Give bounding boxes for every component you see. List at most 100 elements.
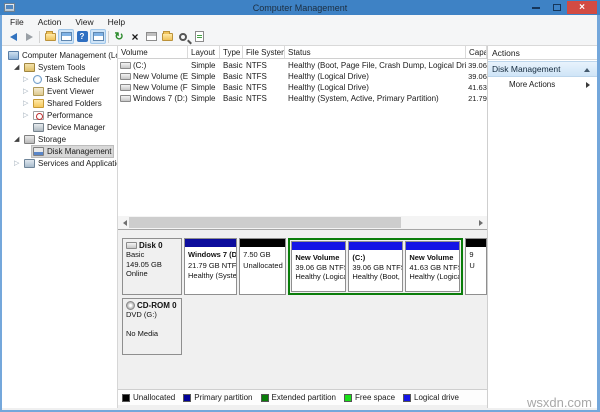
- shared-folders-icon: [33, 99, 44, 108]
- titlebar: Computer Management ×: [0, 0, 600, 15]
- column-header-layout[interactable]: Layout: [188, 46, 220, 58]
- partition-clipped[interactable]: 9 U: [465, 238, 487, 295]
- toolbar-separator: [39, 31, 40, 43]
- partition-unallocated[interactable]: 7.50 GB Unallocated: [239, 238, 286, 295]
- minimize-icon: [532, 7, 540, 9]
- close-icon: ×: [579, 3, 585, 13]
- column-header-capacity[interactable]: Capacity: [466, 46, 487, 58]
- legend-free-space: Free space: [344, 393, 395, 402]
- expander-icon[interactable]: [14, 159, 23, 168]
- logical-drive-bar: [406, 242, 459, 250]
- column-header-type[interactable]: Type: [220, 46, 243, 58]
- refresh-icon[interactable]: [111, 29, 127, 44]
- menu-action[interactable]: Action: [38, 17, 62, 27]
- collapse-icon[interactable]: [584, 68, 590, 72]
- expander-icon[interactable]: [23, 87, 32, 96]
- tree-item-shared-folders[interactable]: Shared Folders: [2, 97, 117, 109]
- graphical-view: Disk 0 Basic 149.05 GB Online Windows 7 …: [118, 229, 487, 389]
- cdrom-label[interactable]: CD-ROM 0 DVD (G:) No Media: [122, 298, 182, 355]
- open-folder-icon[interactable]: [159, 29, 175, 44]
- cd-icon: [126, 301, 135, 310]
- legend-unallocated: Unallocated: [122, 393, 175, 402]
- report-icon[interactable]: [191, 29, 207, 44]
- watermark: wsxdn.com: [527, 395, 592, 410]
- computer-icon: [8, 51, 19, 60]
- table-row[interactable]: New Volume (F:) Simple Basic NTFS Health…: [118, 81, 487, 92]
- app-icon: [4, 3, 15, 12]
- back-icon[interactable]: [5, 29, 21, 44]
- menu-view[interactable]: View: [75, 17, 93, 27]
- expander-icon[interactable]: [23, 99, 32, 108]
- partition-c[interactable]: (C:) 39.06 GB NTFS Healthy (Boot, Page F…: [348, 241, 403, 292]
- tree-item-disk-management[interactable]: Disk Management: [2, 145, 117, 157]
- maximize-button[interactable]: [546, 1, 567, 14]
- unallocated-bar: [466, 239, 486, 247]
- scroll-right-icon[interactable]: [474, 216, 487, 229]
- logical-drive-swatch: [403, 394, 411, 402]
- horizontal-scrollbar[interactable]: [118, 216, 487, 229]
- views-icon[interactable]: [175, 29, 191, 44]
- scrollbar-thumb[interactable]: [129, 217, 401, 228]
- task-scheduler-icon: [33, 75, 42, 84]
- maximize-icon: [553, 4, 561, 11]
- table-row[interactable]: (C:) Simple Basic NTFS Healthy (Boot, Pa…: [118, 59, 487, 70]
- column-header-volume[interactable]: Volume: [118, 46, 188, 58]
- forward-icon[interactable]: [21, 29, 37, 44]
- computer-management-window: Computer Management × File Action View H…: [0, 0, 600, 412]
- more-actions-item[interactable]: More Actions: [488, 77, 597, 92]
- drive-icon: [120, 73, 131, 80]
- toolbar: [2, 28, 598, 46]
- menu-file[interactable]: File: [10, 17, 24, 27]
- actions-header: Actions: [488, 46, 597, 60]
- drive-icon: [120, 95, 131, 102]
- device-manager-icon: [33, 123, 44, 132]
- drive-icon: [120, 62, 131, 69]
- tree-item-services-and-applications[interactable]: Services and Applications: [2, 157, 117, 169]
- tree-item-event-viewer[interactable]: Event Viewer: [2, 85, 117, 97]
- disk0-label[interactable]: Disk 0 Basic 149.05 GB Online: [122, 238, 182, 295]
- expander-icon[interactable]: [23, 75, 32, 84]
- table-row[interactable]: Windows 7 (D:) Simple Basic NTFS Healthy…: [118, 92, 487, 103]
- table-row[interactable]: New Volume (E:) Simple Basic NTFS Health…: [118, 70, 487, 81]
- disk-icon: [126, 242, 137, 249]
- menu-help[interactable]: Help: [108, 17, 125, 27]
- column-header-file-system[interactable]: File System: [243, 46, 285, 58]
- up-one-level-icon[interactable]: [42, 29, 58, 44]
- event-viewer-icon: [33, 87, 44, 96]
- legend-bar: Unallocated Primary partition Extended p…: [118, 389, 487, 405]
- disk-management-icon: [33, 147, 44, 156]
- services-icon: [24, 159, 35, 168]
- partition-new-volume-f[interactable]: New Volume 41.63 GB NTFS Healthy (Logica…: [405, 241, 460, 292]
- tree-item-system-tools[interactable]: System Tools: [2, 61, 117, 73]
- tree-item-task-scheduler[interactable]: Task Scheduler: [2, 73, 117, 85]
- tree-item-performance[interactable]: Performance: [2, 109, 117, 121]
- partition-windows7[interactable]: Windows 7 (D:) 21.79 GB NTFS Healthy (Sy…: [184, 238, 237, 295]
- tree-item-device-manager[interactable]: Device Manager: [2, 121, 117, 133]
- legend-extended-partition: Extended partition: [261, 393, 337, 402]
- tree-item-storage[interactable]: Storage: [2, 133, 117, 145]
- tree-item-computer-management[interactable]: Computer Management (Local): [2, 49, 117, 61]
- expander-icon[interactable]: [14, 135, 23, 144]
- console-tree: Computer Management (Local) System Tools…: [2, 46, 118, 408]
- system-tools-icon: [24, 63, 35, 72]
- help-icon[interactable]: [74, 29, 90, 44]
- disk0-row: Disk 0 Basic 149.05 GB Online Windows 7 …: [122, 238, 487, 295]
- properties-icon[interactable]: [143, 29, 159, 44]
- logical-drive-bar: [292, 242, 345, 250]
- delete-icon[interactable]: [127, 29, 143, 44]
- expander-icon[interactable]: [23, 111, 32, 120]
- legend-logical-drive: Logical drive: [403, 393, 459, 402]
- close-button[interactable]: ×: [567, 1, 597, 14]
- legend-primary-partition: Primary partition: [183, 393, 252, 402]
- minimize-button[interactable]: [525, 1, 546, 14]
- expander-icon[interactable]: [14, 63, 23, 72]
- console-window-icon[interactable]: [58, 29, 74, 44]
- column-header-status[interactable]: Status: [285, 46, 466, 58]
- extended-partition-box: New Volume 39.06 GB NTFS Healthy (Logica…: [288, 238, 463, 295]
- volume-list-header: Volume Layout Type File System Status Ca…: [118, 46, 487, 59]
- show-hide-console-tree-icon[interactable]: [90, 29, 106, 44]
- partition-new-volume-e[interactable]: New Volume 39.06 GB NTFS Healthy (Logica…: [291, 241, 346, 292]
- menubar: File Action View Help: [2, 15, 598, 28]
- disk-management-actions-bar[interactable]: Disk Management: [488, 61, 597, 77]
- unallocated-bar: [240, 239, 285, 247]
